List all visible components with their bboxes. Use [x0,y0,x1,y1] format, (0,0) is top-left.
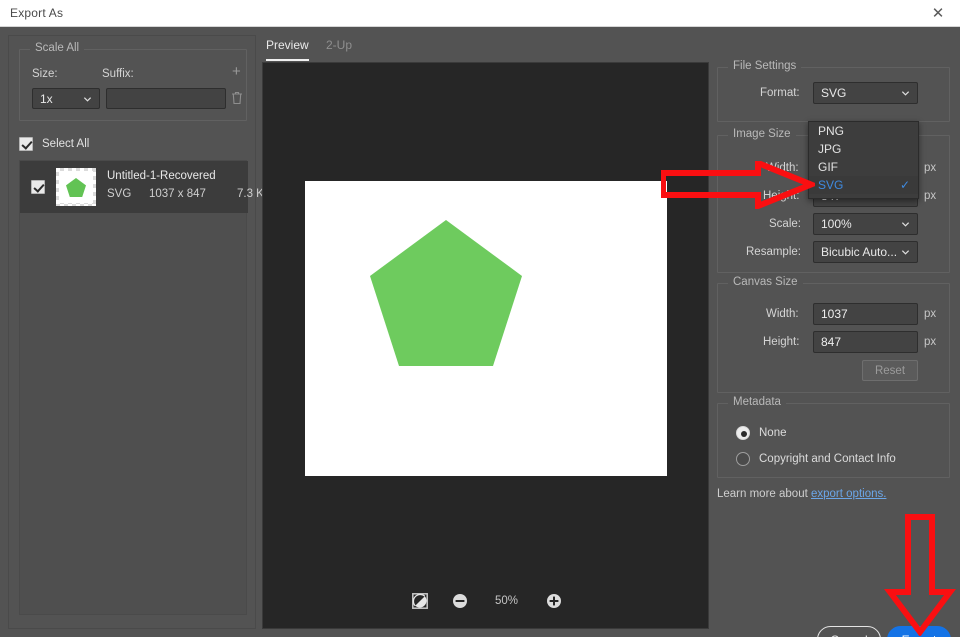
metadata-option-copyright[interactable]: Copyright and Contact Info [736,452,896,466]
check-icon: ✓ [899,178,910,192]
scale-select[interactable]: 100% [813,213,918,235]
metadata-option-none[interactable]: None [736,426,787,440]
chevron-down-icon [901,250,910,255]
chevron-down-icon [83,96,92,102]
file-meta: Untitled-1-Recovered SVG 1037 x 847 7.3 … [107,167,272,207]
metadata-copyright-label: Copyright and Contact Info [759,453,896,465]
export-button[interactable]: Export [887,626,951,637]
size-label: Size: [32,68,58,80]
image-height-unit: px [924,190,937,202]
metadata-none-label: None [759,427,787,439]
transparency-toggle-icon[interactable] [411,593,428,609]
format-option-png[interactable]: PNG [809,122,918,140]
scale-value: 100% [821,217,852,231]
file-settings-title: File Settings [728,60,802,72]
pentagon-shape [370,220,522,366]
learn-more-text: Learn more about [717,488,808,500]
scale-label: Scale: [769,218,801,230]
preview-artboard [305,181,667,476]
scale-all-title: Scale All [30,42,85,54]
format-label: Format: [760,87,800,99]
file-settings-group: File Settings Format: SVG [717,60,950,122]
preview-panel: Preview 2-Up 50% [262,35,709,629]
zoom-toolbar: 50% [263,588,710,614]
format-value: SVG [821,86,847,100]
select-all-label: Select All [42,138,90,150]
suffix-label: Suffix: [102,68,134,80]
radio-none[interactable] [736,426,750,440]
preview-tabs: Preview 2-Up [262,35,709,63]
image-width-unit: px [924,162,937,174]
format-option-gif[interactable]: GIF [809,158,918,176]
canvas-height-input[interactable]: 847 [813,331,918,353]
metadata-title: Metadata [728,396,786,408]
file-name: Untitled-1-Recovered [107,170,216,182]
pentagon-thumbnail-icon [66,178,86,197]
image-size-title: Image Size [728,128,796,140]
format-select[interactable]: SVG [813,82,918,104]
canvas-width-label: Width: [766,308,799,320]
suffix-input[interactable] [106,88,226,109]
dialog-body: Scale All Size: Suffix: + 1x Select All … [0,27,960,637]
reset-button[interactable]: Reset [862,360,918,381]
preview-canvas-area[interactable]: 50% [262,62,709,629]
file-checkbox[interactable] [31,180,45,194]
image-height-label: Height: [763,190,800,202]
zoom-level: 50% [494,595,519,607]
tab-preview[interactable]: Preview [266,38,309,61]
add-scale-icon[interactable]: + [232,64,241,79]
export-options-link[interactable]: export options. [811,488,886,500]
table-row[interactable]: Untitled-1-Recovered SVG 1037 x 847 7.3 … [20,161,272,213]
window-title: Export As [10,6,64,20]
canvas-size-title: Canvas Size [728,276,803,288]
zoom-out-icon[interactable] [452,593,468,609]
canvas-width-unit: px [924,308,937,320]
file-list: Untitled-1-Recovered SVG 1037 x 847 7.3 … [19,160,272,615]
resample-select[interactable]: Bicubic Auto... [813,241,918,263]
metadata-group: Metadata None Copyright and Contact Info [717,396,950,478]
image-width-label: Width: [766,162,799,174]
export-as-dialog: Export As ✕ Scale All Size: Suffix: + 1x [0,0,960,637]
format-dropdown-menu[interactable]: PNG JPG GIF SVG ✓ [808,121,919,199]
format-option-svg-label: SVG [818,178,844,192]
chevron-down-icon [901,222,910,227]
canvas-height-unit: px [924,336,937,348]
left-panel: Scale All Size: Suffix: + 1x Select All … [8,35,272,629]
select-all-checkbox[interactable] [19,137,33,151]
format-option-jpg[interactable]: JPG [809,140,918,158]
file-format: SVG [107,188,132,200]
zoom-in-icon[interactable] [546,593,562,609]
tab-2-up[interactable]: 2-Up [326,38,352,59]
close-icon[interactable]: ✕ [916,0,960,26]
scale-size-value: 1x [40,91,53,106]
radio-copyright[interactable] [736,452,750,466]
canvas-height-label: Height: [763,336,800,348]
file-thumbnail [56,168,96,206]
format-option-svg[interactable]: SVG ✓ [809,176,918,194]
canvas-size-group: Canvas Size Width: 1037 px Height: 847 p… [717,276,950,393]
select-all-row[interactable]: Select All [19,133,247,155]
resample-label: Resample: [746,246,801,258]
trash-icon[interactable] [231,91,243,105]
learn-more-row: Learn more about export options. [717,488,886,500]
scale-size-select[interactable]: 1x [32,88,100,109]
title-bar: Export As ✕ [0,0,960,27]
cancel-button[interactable]: Cancel [817,626,881,637]
chevron-down-icon [901,91,910,96]
file-dimensions: 1037 x 847 [149,188,206,200]
scale-all-group: Scale All Size: Suffix: + 1x [19,42,247,121]
resample-value: Bicubic Auto... [821,245,898,259]
canvas-width-input[interactable]: 1037 [813,303,918,325]
